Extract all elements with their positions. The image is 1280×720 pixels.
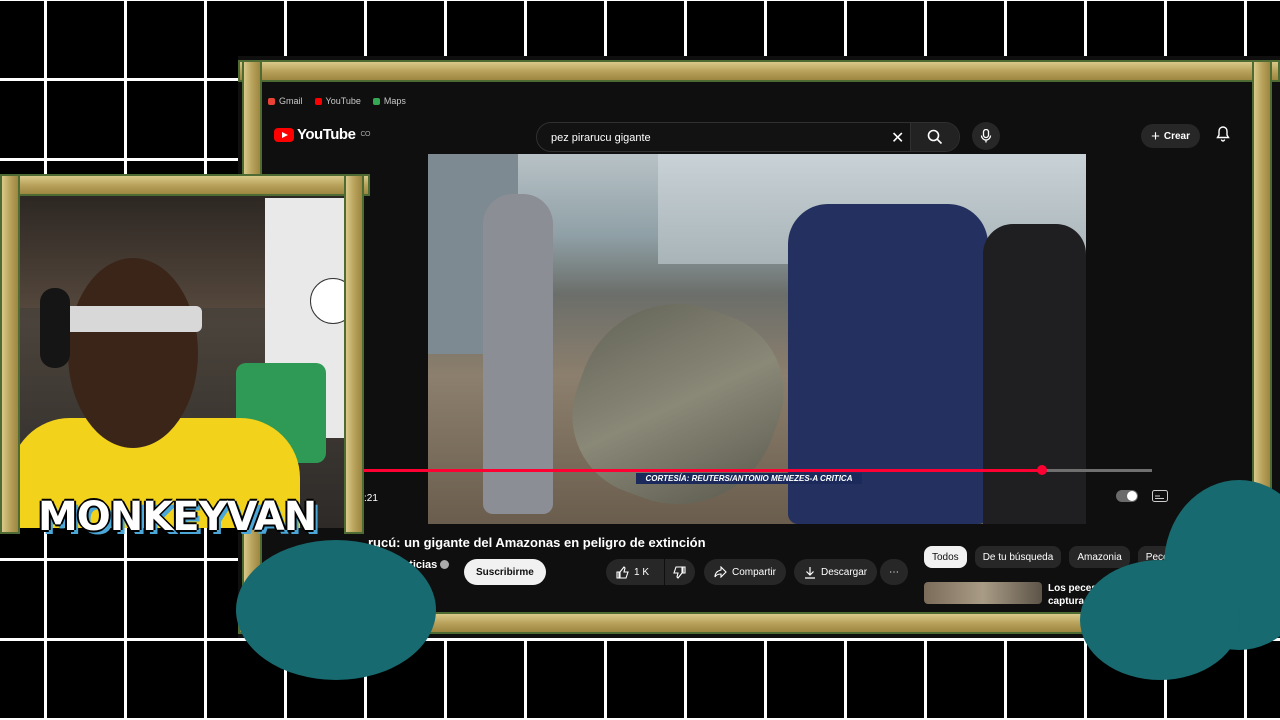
- bookmark-youtube[interactable]: YouTube: [314, 94, 361, 108]
- headphones-shape: [40, 288, 70, 368]
- recommendation-thumbnail[interactable]: [924, 582, 1042, 604]
- voice-search-button[interactable]: [972, 122, 1000, 150]
- bookmark-gmail[interactable]: Gmail: [268, 94, 303, 108]
- subscribe-button[interactable]: Suscribirme: [464, 559, 546, 585]
- notifications-button[interactable]: [1216, 126, 1230, 147]
- chip-todos[interactable]: Todos: [924, 546, 967, 568]
- search-box: ✕: [536, 122, 960, 152]
- bookmarks-bar: Gmail YouTube Maps: [268, 94, 406, 108]
- chip-amazonia[interactable]: Amazonia: [1069, 546, 1130, 568]
- like-count: 1 K: [634, 566, 650, 578]
- create-button[interactable]: + Crear: [1141, 124, 1200, 148]
- youtube-logo[interactable]: YouTube CO: [274, 126, 370, 143]
- video-time: :21: [364, 493, 378, 504]
- like-button[interactable]: 1 K: [606, 559, 664, 585]
- browser-capture: Gmail YouTube Maps YouTube CO ✕ + Crear: [238, 56, 1280, 638]
- plus-icon: +: [1151, 127, 1160, 145]
- share-button[interactable]: Compartir: [704, 559, 786, 585]
- dislike-button[interactable]: [665, 559, 695, 585]
- streamer-logo: MONKEYVAN: [38, 494, 317, 540]
- download-label: Descargar: [821, 566, 868, 578]
- download-icon: [805, 566, 815, 579]
- teal-blob-left: [236, 540, 436, 680]
- more-icon: ⋯: [889, 566, 899, 578]
- autoplay-toggle[interactable]: [1116, 490, 1138, 502]
- video-caption: CORTESÍA: REUTERS/ANTONIO MENEZES-A CRIT…: [636, 473, 862, 484]
- verified-icon: [440, 560, 450, 569]
- thumbs-up-icon: [616, 565, 629, 579]
- man-grey-shirt-shape: [483, 194, 553, 514]
- man-suit-shape: [983, 224, 1086, 524]
- video-controls-right: [1116, 490, 1168, 502]
- more-actions-button[interactable]: ⋯: [880, 559, 908, 585]
- share-label: Compartir: [732, 566, 776, 578]
- bookmark-label: Maps: [383, 96, 406, 106]
- chip-de-tu-busqueda[interactable]: De tu búsqueda: [974, 546, 1062, 568]
- create-label: Crear: [1163, 130, 1190, 142]
- teal-blob-right-low: [1080, 560, 1240, 680]
- search-button[interactable]: [910, 123, 959, 151]
- bamboo-frame-top: [238, 60, 1280, 82]
- subtitles-icon[interactable]: [1152, 490, 1168, 502]
- webcam-bamboo-left: [0, 174, 20, 534]
- webcam-bamboo-top: [0, 174, 370, 196]
- youtube-header: YouTube CO ✕ + Crear: [268, 118, 1250, 152]
- streamer-face-shape: [68, 258, 198, 448]
- progress-fill: [364, 469, 1042, 472]
- youtube-icon: [314, 97, 322, 105]
- video-title: rucú: un gigante del Amazonas en peligro…: [368, 535, 706, 550]
- thumbs-down-icon: [673, 565, 686, 579]
- progress-scrubber[interactable]: [1036, 465, 1047, 475]
- clear-search-icon[interactable]: ✕: [891, 128, 904, 148]
- search-input[interactable]: [549, 129, 883, 147]
- bookmark-label: Gmail: [279, 96, 303, 106]
- search-icon: [927, 129, 943, 145]
- bell-icon: [1216, 126, 1230, 142]
- webcam-bamboo-right: [344, 174, 364, 534]
- microphone-icon: [980, 129, 992, 143]
- progress-bar[interactable]: [364, 465, 1152, 475]
- bookmark-maps[interactable]: Maps: [372, 94, 406, 108]
- webcam-overlay: [10, 188, 352, 528]
- headband-shape: [62, 306, 202, 332]
- logo-text: YouTube: [297, 126, 356, 143]
- download-button[interactable]: Descargar: [794, 559, 878, 585]
- country-code: CO: [360, 131, 370, 138]
- youtube-play-icon: [274, 127, 294, 142]
- gmail-icon: [268, 97, 275, 105]
- share-icon: [714, 566, 727, 578]
- pirarucu-fish-shape: [549, 275, 807, 524]
- maps-icon: [372, 97, 380, 105]
- bookmark-label: YouTube: [325, 96, 361, 106]
